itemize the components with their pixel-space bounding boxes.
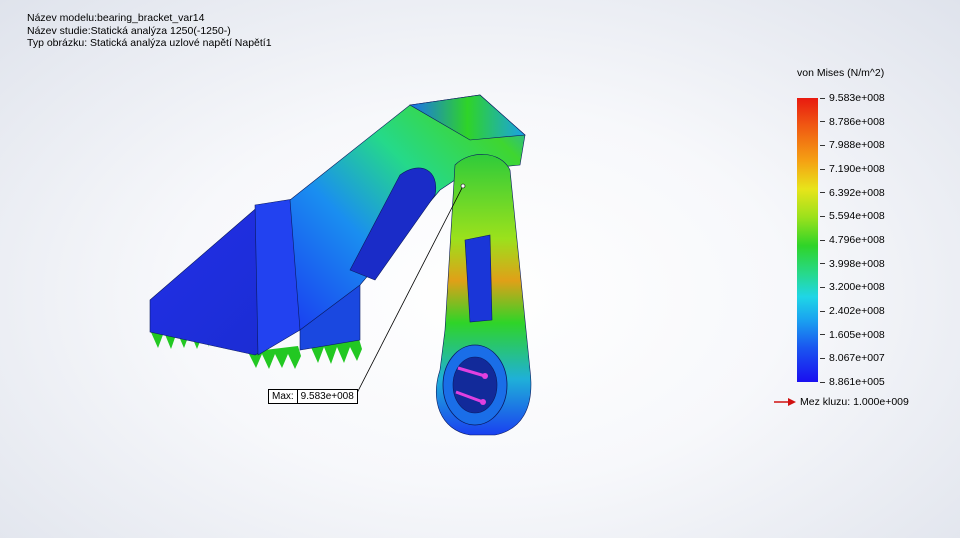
tick-label: 7.190e+008 (829, 163, 885, 175)
legend-tick: 4.796e+008 (820, 234, 885, 246)
max-probe-point (460, 183, 466, 189)
stress-colorbar (797, 98, 818, 382)
max-probe-label[interactable]: Max: 9.583e+008 (268, 389, 358, 404)
tick-label: 8.786e+008 (829, 115, 885, 128)
tick-mark (820, 97, 825, 99)
legend-tick: 3.998e+008 (820, 258, 885, 270)
tick-label: 8.861e+005 (829, 376, 885, 388)
tick-label: 7.988e+008 (829, 139, 885, 152)
tick-label: 1.605e+008 (829, 328, 885, 341)
legend-tick: 5.594e+008 (820, 210, 885, 222)
legend-tick: 3.200e+008 (820, 281, 885, 293)
legend-title: von Mises (N/m^2) (797, 67, 885, 79)
bracket-leg (436, 154, 532, 436)
yield-strength: Mez kluzu: 1.000e+009 (774, 396, 909, 408)
tick-mark (820, 358, 825, 360)
max-value: 9.583e+008 (296, 390, 357, 403)
legend-tick: 2.402e+008 (820, 305, 885, 317)
tick-label: 3.200e+008 (829, 281, 885, 294)
tick-mark (820, 239, 825, 241)
tick-label: 6.392e+008 (829, 186, 885, 199)
legend-tick: 9.583e+008 (820, 92, 885, 104)
legend-tick: 6.392e+008 (820, 187, 885, 199)
tick-label: 2.402e+008 (829, 305, 885, 317)
tick-mark (820, 310, 825, 312)
legend-tick: 8.786e+008 (820, 116, 885, 128)
tick-label: 9.583e+008 (829, 92, 885, 104)
legend-tick: 1.605e+008 (820, 329, 885, 341)
tick-label: 5.594e+008 (829, 210, 885, 223)
legend-tick: 8.067e+007 (820, 352, 885, 364)
tick-mark (820, 381, 825, 383)
max-label: Max: (272, 391, 294, 402)
legend-tick: 8.861e+005 (820, 376, 885, 388)
tick-mark (820, 145, 825, 147)
tick-mark (820, 216, 825, 218)
tick-label: 3.998e+008 (829, 257, 885, 270)
tick-mark (820, 121, 825, 123)
legend-tick: 7.190e+008 (820, 163, 885, 175)
tick-mark (820, 192, 825, 194)
tick-mark (820, 168, 825, 170)
tick-mark (820, 287, 825, 289)
yield-label: Mez kluzu: 1.000e+009 (800, 396, 909, 408)
red-arrow-icon (774, 398, 796, 406)
tick-mark (820, 263, 825, 265)
legend-tick: 7.988e+008 (820, 139, 885, 151)
tick-label: 8.067e+007 (829, 352, 885, 365)
tick-mark (820, 334, 825, 336)
tick-label: 4.796e+008 (829, 234, 885, 246)
